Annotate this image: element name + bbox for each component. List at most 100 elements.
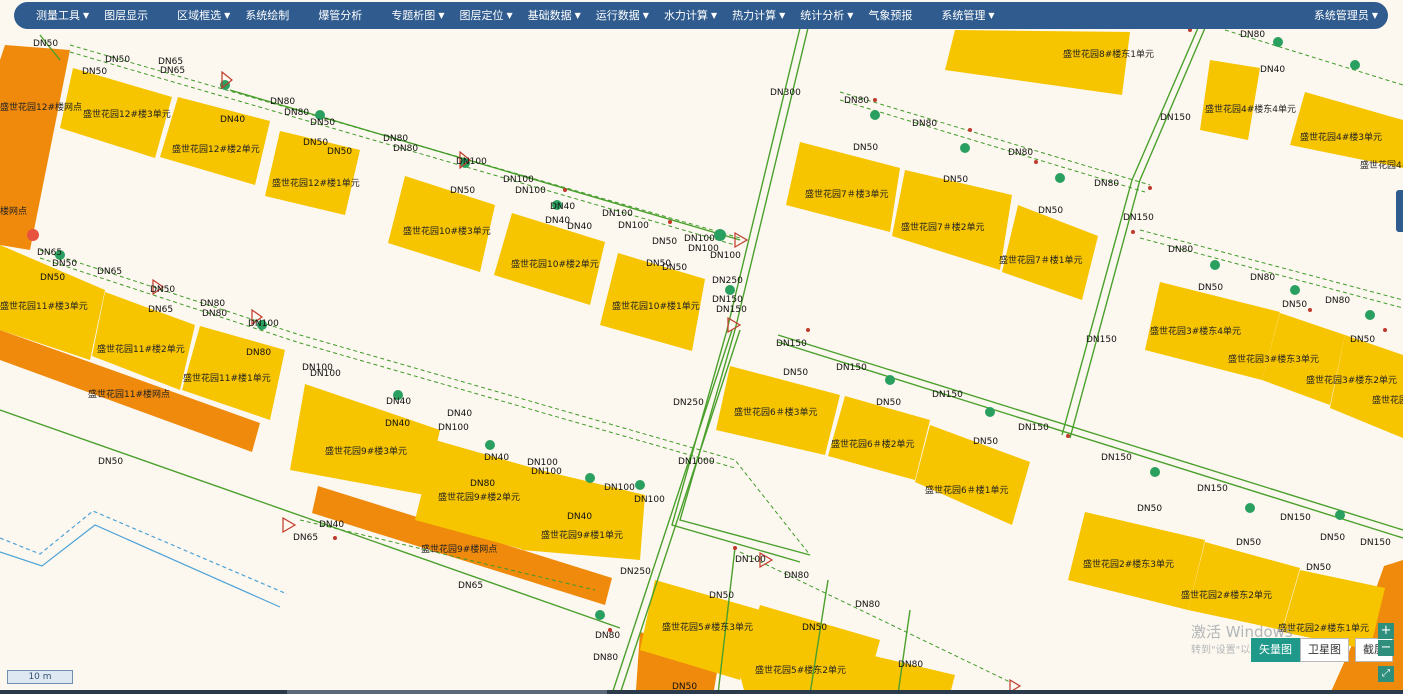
building-label: 盛世花园9#楼3单元 (325, 445, 407, 457)
menu-thematic-map[interactable]: 专题析图 ▼ (391, 2, 444, 29)
building-label: 盛世花园8#楼东1单元 (1063, 48, 1154, 60)
pipe-label: DN150 (716, 305, 747, 315)
building-label: 盛世花园10#楼2单元 (511, 258, 599, 270)
menu-statistics[interactable]: 统计分析 ▼ (800, 2, 853, 29)
chevron-down-icon: ▼ (83, 11, 90, 20)
building-label: 盛世花园12#楼2单元 (172, 143, 260, 155)
menu-pipe-burst[interactable]: 爆管分析 (318, 2, 362, 29)
bottom-scroll-thumb[interactable] (287, 690, 607, 694)
pipe-label: DN250 (620, 567, 651, 577)
pipe-label: DN40 (220, 115, 245, 125)
fullscreen-icon[interactable]: ⤢ (1378, 666, 1394, 682)
pipe-label: DN50 (52, 259, 77, 269)
pipe-label: DN50 (709, 591, 734, 601)
pipe-label: DN80 (844, 96, 869, 106)
pipe-label: DN80 (470, 479, 495, 489)
pipe-label: DN100 (602, 209, 633, 219)
pipe-label: DN50 (1306, 563, 1331, 573)
pipe-label: DN100 (618, 221, 649, 231)
pipe-label: DN100 (710, 251, 741, 261)
menu-label: 区域框选 (177, 9, 222, 22)
pipe-label: DN150 (1360, 538, 1391, 548)
menu-operation-data[interactable]: 运行数据 ▼ (596, 2, 649, 29)
pipe-label: DN80 (595, 631, 620, 641)
pipe-label: DN150 (1123, 213, 1154, 223)
pipe-label: DN100 (531, 467, 562, 477)
menu-layer-locate[interactable]: 图层定位 ▼ (459, 2, 512, 29)
zoom-out-button[interactable]: − (1378, 640, 1394, 656)
pipe-label: DN80 (393, 144, 418, 154)
menu-label: 图层定位 (459, 9, 504, 22)
building-label: 盛世花园6＃楼3单元 (734, 406, 817, 418)
pipe-label: DN80 (898, 660, 923, 670)
menu-weather-forecast[interactable]: 气象预报 (868, 2, 912, 29)
menu-layer-display[interactable]: 图层显示 (104, 2, 148, 29)
bottom-status-strip (0, 690, 1403, 694)
pipe-label: DN40 (567, 222, 592, 232)
pipe-label: DN50 (1236, 538, 1261, 548)
menu-hydraulic-calc[interactable]: 水力计算 ▼ (664, 2, 717, 29)
pipe-label: DN50 (150, 285, 175, 295)
building-label: 盛世花园6＃楼2单元 (831, 438, 914, 450)
pipe-label: DN150 (836, 363, 867, 373)
pipe-label: DN65 (37, 248, 62, 258)
chevron-down-icon: ▼ (506, 11, 513, 20)
pipe-label: DN50 (82, 67, 107, 77)
building-label: 盛世花园9#楼2单元 (438, 491, 520, 503)
pipe-label: DN80 (784, 571, 809, 581)
menu-system-admin[interactable]: 系统管理 ▼ (941, 2, 994, 29)
satellite-map-button[interactable]: 卫星图 (1300, 638, 1349, 662)
building-label: 盛世花园7＃楼2单元 (901, 221, 984, 233)
menu-label: 水力计算 (663, 9, 708, 22)
pipe-label: DN150 (1101, 453, 1132, 463)
chevron-down-icon: ▼ (779, 11, 786, 20)
pipe-label: DN50 (802, 623, 827, 633)
building-label: 盛世花园2#楼东2单元 (1181, 589, 1272, 601)
pipe-label: DN50 (973, 437, 998, 447)
pipe-label: DN250 (712, 276, 743, 286)
menu-label: 系统绘制 (245, 9, 290, 22)
user-menu[interactable]: 系统管理员 ▼ (1314, 2, 1378, 29)
menu-thermal-calc[interactable]: 热力计算 ▼ (732, 2, 785, 29)
pipe-label: DN100 (604, 483, 635, 493)
menu-measure-tools[interactable]: 测量工具 ▼ (36, 2, 89, 29)
pipe-label: DN50 (1198, 283, 1223, 293)
menu-system-draw[interactable]: 系统绘制 (245, 2, 289, 29)
menu-label: 热力计算 (732, 9, 777, 22)
menu-area-select[interactable]: 区域框选 ▼ (177, 2, 230, 29)
building-label: 盛世花园3#楼东3单元 (1228, 353, 1319, 365)
pipe-label: DN1000 (678, 457, 715, 467)
zoom-in-button[interactable]: + (1378, 623, 1394, 639)
building-label: 盛世花园4# (1360, 159, 1403, 171)
menu-label: 爆管分析 (318, 9, 363, 22)
pipe-network-map[interactable]: 盛世花园12#楼网点 盛世花园12#楼3单元 盛世花园12#楼2单元 盛世花园1… (0, 0, 1403, 694)
building-label: 盛世花园10#楼1单元 (612, 300, 700, 312)
menu-base-data[interactable]: 基础数据 ▼ (528, 2, 581, 29)
pipe-label: DN150 (1197, 484, 1228, 494)
pipe-label: DN100 (456, 157, 487, 167)
pipe-label: DN50 (310, 118, 335, 128)
pipe-label: DN150 (776, 339, 807, 349)
chevron-down-icon: ▼ (642, 11, 649, 20)
pipe-label: DN80 (1008, 148, 1033, 158)
building-label: 楼网点 (0, 205, 27, 217)
pipe-label: DN50 (1038, 206, 1063, 216)
side-panel-handle[interactable] (1396, 190, 1403, 232)
building-label: 盛世花园11#楼2单元 (97, 343, 185, 355)
building-label: 盛世花园5#楼东3单元 (662, 621, 753, 633)
pipe-label: DN50 (943, 175, 968, 185)
pipe-label: DN50 (450, 186, 475, 196)
pipe-label: DN150 (1086, 335, 1117, 345)
pipe-label: DN100 (515, 186, 546, 196)
vector-map-button[interactable]: 矢量图 (1251, 638, 1300, 662)
chevron-down-icon: ▼ (438, 11, 445, 20)
pipe-label: DN40 (447, 409, 472, 419)
building-label: 盛世花园4#楼东4单元 (1205, 103, 1296, 115)
chevron-down-icon: ▼ (710, 11, 718, 20)
pipe-label: DN65 (458, 581, 483, 591)
building-label: 盛世花园3#楼东4单元 (1150, 325, 1241, 337)
pipe-label: DN100 (634, 495, 665, 505)
building-label: 盛世花园7＃楼1单元 (999, 254, 1082, 266)
top-menu-bar: 测量工具 ▼ 图层显示 区域框选 ▼ 系统绘制 爆管分析 专题析图 ▼ 图层定位 ▼ 基… (14, 2, 1388, 29)
pipe-label: DN100 (310, 369, 341, 379)
